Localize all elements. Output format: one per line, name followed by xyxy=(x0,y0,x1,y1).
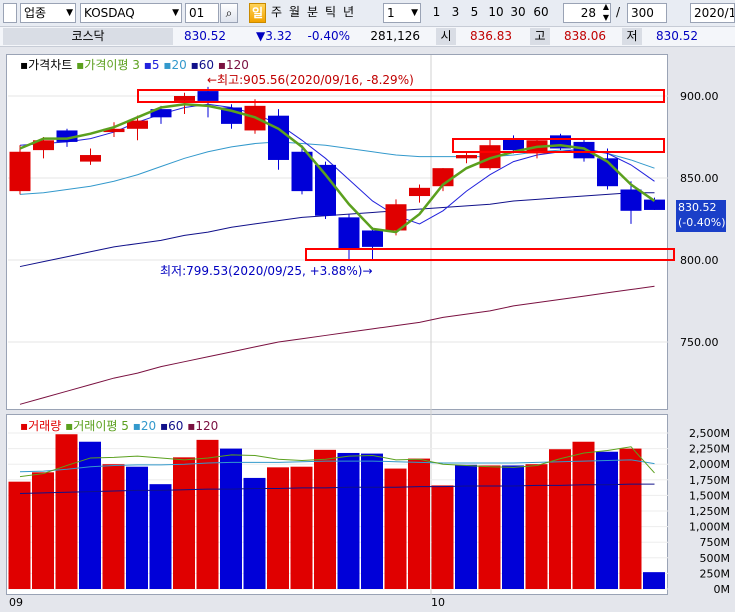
period-label: 주 xyxy=(270,5,283,19)
period-button-month[interactable]: 월 xyxy=(286,3,303,23)
period-button-minute[interactable]: 분 xyxy=(304,3,321,23)
period-button-tick[interactable]: 틱 xyxy=(322,3,339,23)
index-name-label: 코스닥 xyxy=(3,28,173,45)
interval-label: 3 xyxy=(451,5,460,19)
legend-ma120-marker: ▪ xyxy=(217,58,226,72)
period-button-day[interactable]: 일 xyxy=(249,3,266,23)
chevron-down-icon: ▼ xyxy=(172,8,179,18)
high-annotation: ←최고:905.56(2020/09/16, -8.29%) xyxy=(207,73,414,87)
period-label: 월 xyxy=(288,5,301,19)
legend-ma5[interactable]: 5 xyxy=(152,58,160,72)
code-input[interactable]: 01 xyxy=(185,3,219,23)
price-legend-marker: ▪ xyxy=(20,58,29,72)
price-chart-label: 가격차트 xyxy=(28,58,73,72)
index-name-field[interactable]: KOSDAQ ▼ xyxy=(80,3,182,23)
count-input[interactable]: 28 ▲ ▼ xyxy=(563,3,611,23)
price-change: ▼3.32 xyxy=(256,29,292,43)
volume-value: 281,126 xyxy=(370,29,420,43)
search-icon: ⌕ xyxy=(225,6,233,20)
current-price: 830.52 xyxy=(184,29,226,43)
legend-ma60[interactable]: 60 xyxy=(199,58,214,72)
interval-label: 5 xyxy=(470,5,479,19)
interval-label: 1 xyxy=(432,5,441,19)
count-total-value: 300 xyxy=(631,6,654,20)
low-annotation: 최저:799.53(2020/09/25, +3.88%)→ xyxy=(160,264,373,278)
volume-legend-ma5[interactable]: 5 xyxy=(121,419,129,433)
legend-ma20[interactable]: 20 xyxy=(172,58,187,72)
chevron-down-icon: ▼ xyxy=(411,8,418,18)
period-label: 분 xyxy=(306,5,319,19)
quote-info-bar: 코스닥 830.52 ▼3.32 -0.40% 281,126 시 836.83… xyxy=(0,27,735,47)
open-price: 836.83 xyxy=(470,29,512,43)
low-price: 830.52 xyxy=(656,29,698,43)
low-label: 저 xyxy=(622,28,642,45)
volume-legend-ma20[interactable]: 20 xyxy=(141,419,156,433)
index-name-value: KOSDAQ xyxy=(84,6,135,20)
period-label: 년 xyxy=(342,5,355,19)
legend-ma120[interactable]: 120 xyxy=(226,58,249,72)
interval-button-60[interactable]: 60 xyxy=(530,3,552,23)
legend-ma20-marker: ▪ xyxy=(163,58,172,72)
interval-value: 1 xyxy=(387,6,395,20)
interval-label: 10 xyxy=(488,5,504,19)
interval-button-10[interactable]: 10 xyxy=(486,3,506,23)
last-price-box: 830.52 (-0.40%) xyxy=(676,200,726,232)
period-button-year[interactable]: 년 xyxy=(340,3,357,23)
legend-ma5-marker: ▪ xyxy=(143,58,152,72)
interval-button-30[interactable]: 30 xyxy=(508,3,528,23)
volume-ma-label: 거래이평 xyxy=(73,419,118,433)
count-value: 28 xyxy=(580,6,596,20)
volume-legend-marker: ▪ xyxy=(20,419,29,433)
search-button[interactable]: ⌕ xyxy=(220,3,238,23)
volume-plot-frame xyxy=(6,414,668,595)
volume-legend-ma120[interactable]: 120 xyxy=(195,419,218,433)
volume-chart-label: 거래량 xyxy=(28,419,62,433)
price-ma-label: 가격이평 xyxy=(84,58,129,72)
high-label: 고 xyxy=(530,28,550,45)
volume-ma-marker: ▪ xyxy=(65,419,74,433)
interval-button-5[interactable]: 5 xyxy=(466,3,483,23)
period-button-week[interactable]: 주 xyxy=(268,3,285,23)
date-input[interactable]: 2020/10 xyxy=(690,3,735,23)
volume-legend-ma60[interactable]: 60 xyxy=(168,419,183,433)
legend-ma60-marker: ▪ xyxy=(190,58,199,72)
volume-ma60-marker: ▪ xyxy=(159,419,169,433)
volume-ma20-marker: ▪ xyxy=(132,419,141,433)
high-price: 838.06 xyxy=(564,29,606,43)
code-value: 01 xyxy=(189,6,205,20)
count-total[interactable]: 300 xyxy=(627,3,667,23)
chart-area xyxy=(0,47,735,612)
price-change-percent: -0.40% xyxy=(307,29,350,43)
date-value: 2020/10 xyxy=(694,6,734,20)
open-label: 시 xyxy=(436,28,456,45)
last-price: 830.52 xyxy=(678,201,717,214)
interval-button-1[interactable]: 1 xyxy=(428,3,445,23)
interval-button-3[interactable]: 3 xyxy=(447,3,464,23)
last-price-pct: (-0.40%) xyxy=(678,216,726,229)
interval-label: 60 xyxy=(533,5,549,19)
count-separator: / xyxy=(616,5,621,19)
category-value: 업종 xyxy=(24,6,47,20)
volume-legend: ▪거래량 ▪거래이평 5 ▪20 ▪60 ▪120 xyxy=(20,417,218,434)
period-label: 일 xyxy=(251,6,264,20)
expand-toggle[interactable] xyxy=(3,3,17,23)
chevron-down-icon: ▼ xyxy=(66,8,73,18)
interval-label: 30 xyxy=(510,5,526,19)
price-plot-frame xyxy=(6,54,668,410)
interval-select[interactable]: 1 ▼ xyxy=(383,3,421,23)
spin-icon[interactable]: ▲ ▼ xyxy=(603,4,609,22)
legend-ma3[interactable]: 3 xyxy=(132,58,140,72)
period-label: 틱 xyxy=(324,5,337,19)
toolbar: 업종 ▼ KOSDAQ ▼ 01 ⌕ 일 주 월 분 틱 년 1 ▼ 1 3 5… xyxy=(0,0,735,27)
category-select[interactable]: 업종 ▼ xyxy=(20,3,76,23)
